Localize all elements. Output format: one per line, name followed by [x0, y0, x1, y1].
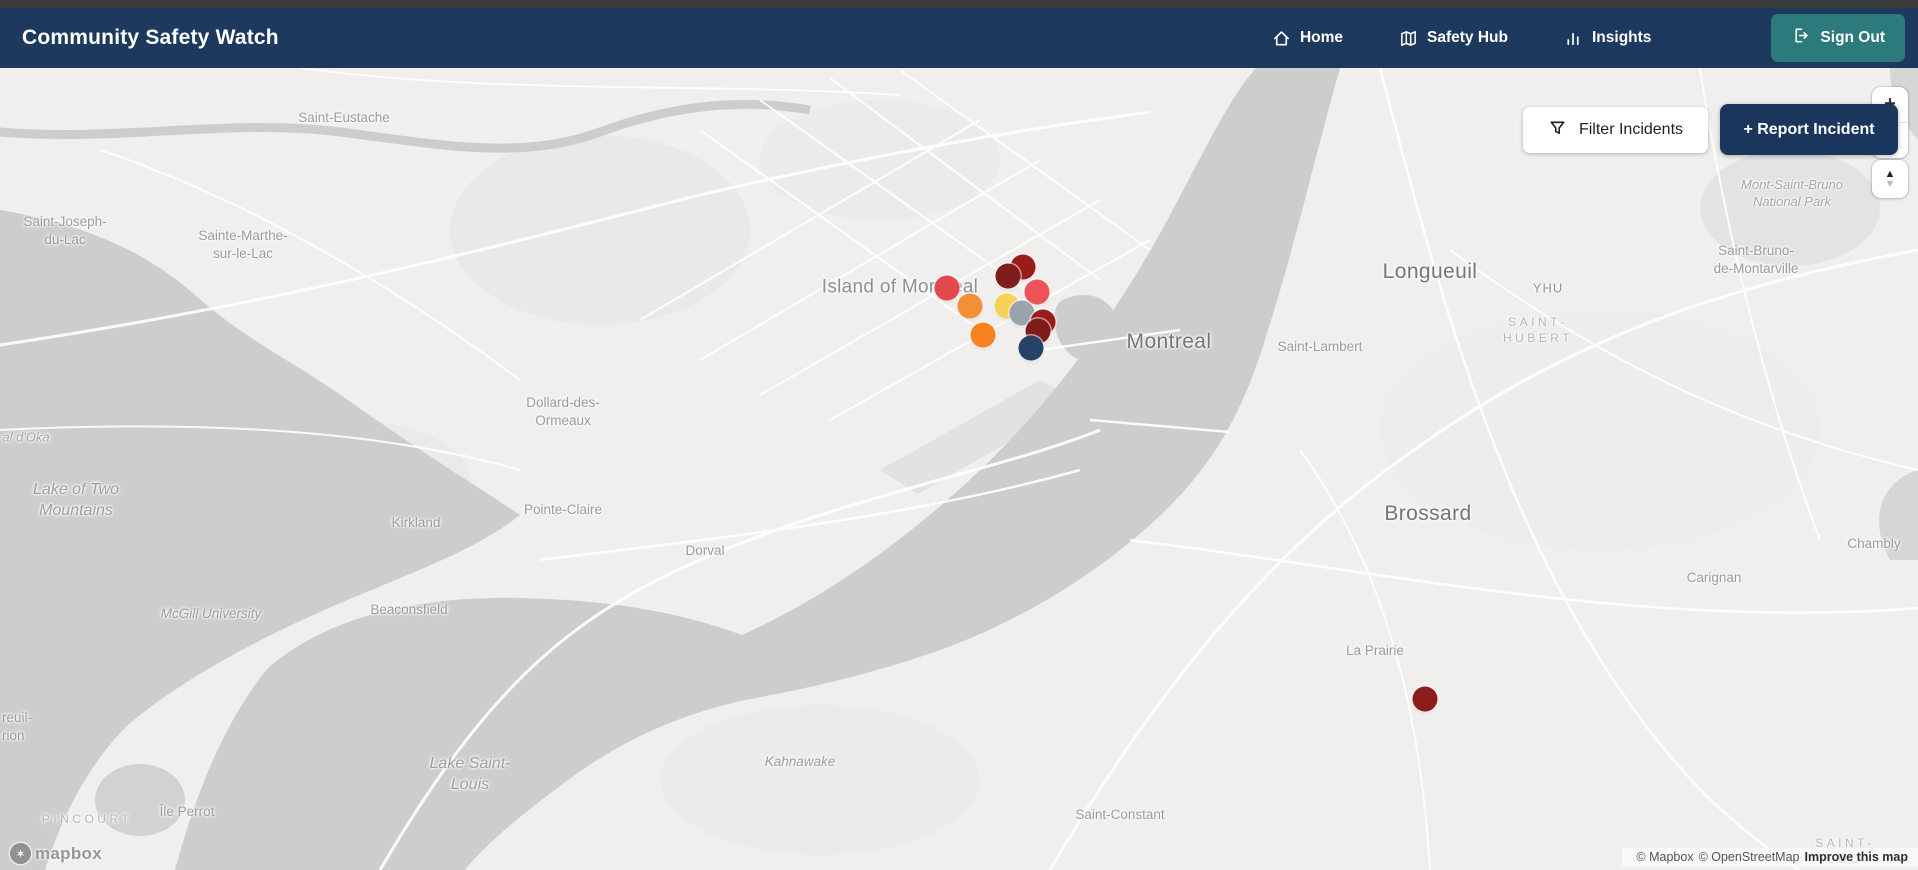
map-pitch-control[interactable]: ▲ ▼ — [1872, 160, 1908, 198]
sign-out-icon — [1791, 26, 1810, 50]
nav-item-label: Safety Hub — [1427, 29, 1508, 46]
mapbox-logo-icon: ✶ — [10, 843, 31, 864]
nav-item-label: Insights — [1592, 29, 1652, 46]
mapbox-attribution-link[interactable]: © Mapbox — [1636, 850, 1693, 864]
app-window: Saint-Eustache Saint-Joseph- du-Lac Sainte… — [0, 0, 1918, 870]
improve-map-link[interactable]: Improve this map — [1805, 850, 1909, 864]
sign-out-button[interactable]: Sign Out — [1771, 14, 1905, 62]
map-geography — [0, 68, 1918, 870]
incident-marker[interactable] — [957, 293, 983, 319]
pitch-down-icon[interactable]: ▼ — [1885, 179, 1896, 190]
bar-chart-icon — [1564, 29, 1583, 48]
home-icon — [1272, 29, 1291, 48]
map-icon — [1399, 29, 1418, 48]
window-top-strip — [0, 0, 1918, 8]
nav-item-safety-hub[interactable]: Safety Hub — [1399, 29, 1508, 48]
incident-marker[interactable] — [1024, 279, 1050, 305]
map-attribution: © Mapbox © OpenStreetMap Improve this ma… — [1622, 848, 1918, 867]
nav-item-home[interactable]: Home — [1272, 29, 1343, 48]
page-title: Community Safety Watch — [22, 26, 279, 49]
app-header: Community Safety Watch Home Safety Hub Ins… — [0, 8, 1918, 68]
mapbox-logo-wordmark: mapbox — [35, 843, 102, 863]
main-nav: Home Safety Hub Insights Sign Out — [1272, 8, 1905, 68]
incident-marker[interactable] — [970, 322, 996, 348]
report-incident-label: + Report Incident — [1743, 120, 1875, 138]
sign-out-label: Sign Out — [1820, 29, 1885, 46]
filter-incidents-button[interactable]: Filter Incidents — [1523, 107, 1708, 153]
mapbox-logo[interactable]: ✶ mapbox — [10, 843, 102, 864]
incident-marker[interactable] — [1412, 686, 1438, 712]
filter-funnel-icon — [1548, 118, 1567, 142]
map-canvas[interactable]: Saint-Eustache Saint-Joseph- du-Lac Sainte… — [0, 68, 1918, 870]
incident-marker[interactable] — [995, 263, 1021, 289]
nav-item-insights[interactable]: Insights — [1564, 29, 1651, 48]
filter-incidents-label: Filter Incidents — [1578, 121, 1684, 138]
incident-marker[interactable] — [1018, 335, 1044, 361]
nav-item-label: Home — [1299, 29, 1344, 46]
incident-marker[interactable] — [934, 275, 960, 301]
osm-attribution-link[interactable]: © OpenStreetMap — [1699, 850, 1800, 864]
report-incident-button[interactable]: + Report Incident — [1720, 104, 1898, 155]
